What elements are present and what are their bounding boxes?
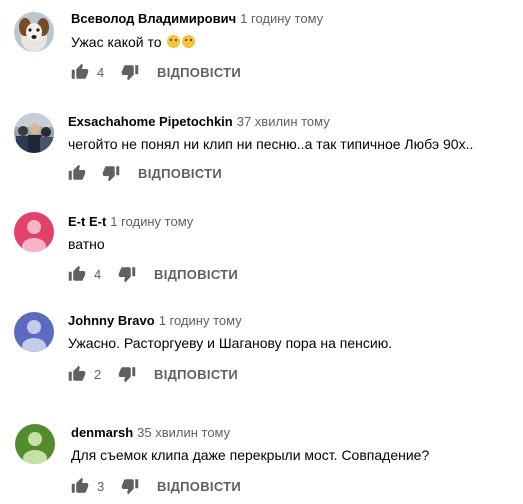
comment-text: ватно (68, 236, 105, 252)
author-name[interactable]: Всеволод Владимирович (71, 11, 236, 26)
like-icon[interactable] (71, 477, 89, 495)
like-count: 3 (97, 478, 105, 494)
comment-text-body: Ужас какой то (71, 34, 162, 50)
comment-text: Ужас какой то (71, 33, 196, 51)
comment-time[interactable]: 1 годину тому (110, 214, 193, 229)
comment-text: Для съемок клипа даже перекрыли мост. Со… (71, 447, 430, 463)
comment-time[interactable]: 37 хвилин тому (237, 114, 330, 129)
like-count: 2 (94, 366, 102, 382)
comment-header: denmarsh 35 хвилин тому (71, 425, 230, 441)
like-count: 4 (94, 266, 102, 282)
like-icon[interactable] (68, 164, 86, 182)
comment-actions: 3 ВІДПОВІСТИ (71, 476, 241, 496)
reply-button[interactable]: ВІДПОВІСТИ (154, 367, 238, 382)
avatar[interactable] (14, 12, 54, 52)
comment-text: чегойто не понял ни клип ни песню..а так… (68, 136, 474, 152)
comment-actions: 2 ВІДПОВІСТИ (68, 364, 238, 384)
reply-button[interactable]: ВІДПОВІСТИ (154, 267, 238, 282)
author-name[interactable]: Johnny Bravo (68, 313, 155, 328)
dislike-icon[interactable] (118, 265, 136, 283)
author-name[interactable]: denmarsh (71, 425, 133, 440)
comment-time[interactable]: 1 годину тому (159, 313, 242, 328)
default-user-avatar-icon (14, 312, 54, 352)
comment-actions: 4 ВІДПОВІСТИ (68, 264, 238, 284)
avatar[interactable] (14, 312, 54, 352)
comment-header: Johnny Bravo 1 годину тому (68, 313, 242, 329)
dislike-icon[interactable] (121, 477, 139, 495)
comment-header: Всеволод Владимирович 1 годину тому (71, 11, 323, 27)
default-user-avatar-icon (15, 424, 55, 464)
reply-button[interactable]: ВІДПОВІСТИ (157, 479, 241, 494)
weeping-laughing-emoji-icon (167, 35, 181, 48)
comment-header: E-t E-t 1 годину тому (68, 214, 193, 230)
crowd-avatar-image (14, 113, 54, 153)
dislike-icon[interactable] (118, 365, 136, 383)
like-icon[interactable] (71, 63, 89, 81)
author-name[interactable]: E-t E-t (68, 214, 106, 229)
dislike-icon[interactable] (102, 164, 120, 182)
comment-actions: ВІДПОВІСТИ (68, 163, 222, 183)
avatar[interactable] (14, 212, 54, 252)
dog-avatar-image (14, 12, 54, 52)
comment-text: Ужасно. Расторгуеву и Шаганову пора на п… (68, 335, 393, 351)
default-user-avatar-icon (14, 212, 54, 252)
like-icon[interactable] (68, 265, 86, 283)
like-icon[interactable] (68, 365, 86, 383)
avatar[interactable] (15, 424, 55, 464)
comment-time[interactable]: 1 годину тому (240, 11, 323, 26)
astonished-emoji-icon (182, 35, 196, 48)
avatar[interactable] (14, 113, 54, 153)
like-count: 4 (97, 64, 105, 80)
comment-time[interactable]: 35 хвилин тому (137, 425, 230, 440)
reply-button[interactable]: ВІДПОВІСТИ (157, 65, 241, 80)
reply-button[interactable]: ВІДПОВІСТИ (138, 166, 222, 181)
author-name[interactable]: Exsachahome Pipetochkin (68, 114, 233, 129)
comment-actions: 4 ВІДПОВІСТИ (71, 62, 241, 82)
dislike-icon[interactable] (121, 63, 139, 81)
comment-header: Exsachahome Pipetochkin 37 хвилин тому (68, 114, 330, 130)
